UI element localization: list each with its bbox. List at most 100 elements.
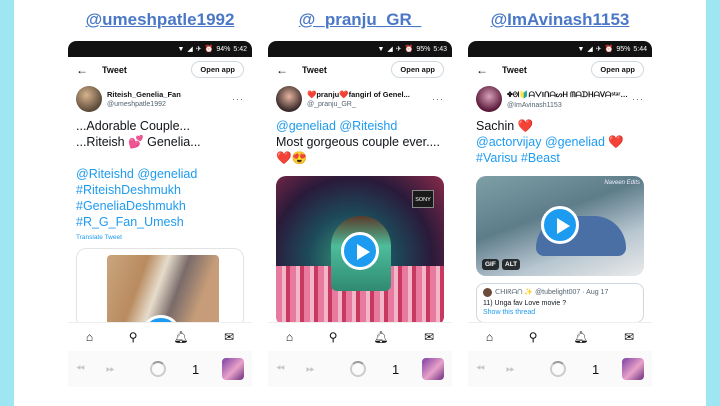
column-2: @_pranju_GR_ ▼ ◢ ✈ ⏰ 95% 5:43 ← Tweet Op… xyxy=(268,0,452,406)
more-options-icon[interactable]: ··· xyxy=(632,94,644,104)
airplane-icon: ✈ xyxy=(595,46,602,53)
bottom-nav: ⌂ ⚲ 🔔︎ ✉ xyxy=(468,322,652,351)
tweet-link[interactable]: @actorvijay @geneliad ❤️ xyxy=(476,135,624,149)
page-title: Tweet xyxy=(502,64,527,75)
author-display-name[interactable]: ✤ᘛ🔰⁠ᗩᐯIᑎᗩᔕᕼ ᗰᗩᗪᕼᗩᐯᗩ⁠ˢᵗᵃʳ🔰ᘚ✤ xyxy=(507,90,632,100)
tweet-link[interactable]: @Riteishd @geneliad xyxy=(76,167,197,181)
alarm-icon: ⏰ xyxy=(404,46,414,53)
author-display-name[interactable]: Riteish_Genelia_Fan xyxy=(107,90,232,99)
column-handle[interactable]: @umeshpatle1992 xyxy=(68,10,252,30)
phone-screen: ▼ ◢ ✈ ⏰ 94% 5:42 ← Tweet Open app Riteis… xyxy=(68,41,252,387)
avatar[interactable] xyxy=(76,86,102,112)
mail-icon[interactable]: ✉ xyxy=(224,330,234,344)
open-app-button[interactable]: Open app xyxy=(591,61,644,78)
clock: 5:43 xyxy=(433,45,447,53)
fast-forward-icon[interactable]: ⏩︎ xyxy=(106,363,136,376)
home-icon[interactable]: ⌂ xyxy=(486,330,493,344)
tweet-link[interactable]: @geneliad @Riteishd xyxy=(276,119,397,133)
thumbnail-image[interactable] xyxy=(222,358,244,380)
tweet-text: ...Adorable Couple... ...Riteish 💕 Geneli… xyxy=(68,116,252,232)
author-username[interactable]: @_pranju_GR_ xyxy=(307,101,432,108)
mail-icon[interactable]: ✉ xyxy=(624,330,634,344)
page-title: Tweet xyxy=(102,64,127,75)
author-display-name[interactable]: ❤️pranju❤️fangirl of Genel... xyxy=(307,90,432,99)
rewind-icon[interactable]: ⏪︎ xyxy=(276,363,306,376)
channel-logo: SONY xyxy=(412,190,434,208)
bell-icon[interactable]: 🔔︎ xyxy=(173,330,188,344)
bell-icon[interactable]: 🔔︎ xyxy=(373,330,388,344)
show-thread-link[interactable]: Show this thread xyxy=(483,309,637,316)
tweet-line: @Riteishd @geneliad xyxy=(76,166,244,182)
loading-spinner-icon xyxy=(150,361,166,377)
tweet-text-segment: Most gorgeous couple ever.... xyxy=(276,135,440,149)
back-arrow-icon[interactable]: ← xyxy=(276,63,288,77)
battery-level: 95% xyxy=(616,45,631,53)
translate-tweet-link[interactable]: Translate Tweet xyxy=(68,232,252,243)
back-arrow-icon[interactable]: ← xyxy=(76,63,88,77)
open-app-button[interactable]: Open app xyxy=(391,61,444,78)
bell-icon[interactable]: 🔔︎ xyxy=(573,330,588,344)
column-3: @ImAvinash1153 ▼ ◢ ✈ ⏰ 95% 5:44 ← Tweet … xyxy=(468,0,652,406)
thumbnail-image[interactable] xyxy=(622,358,644,380)
column-handle[interactable]: @_pranju_GR_ xyxy=(268,10,452,30)
loading-spinner-icon xyxy=(350,361,366,377)
battery-level: 94% xyxy=(216,45,231,53)
fast-forward-icon[interactable]: ⏩︎ xyxy=(506,363,536,376)
home-icon[interactable]: ⌂ xyxy=(286,330,293,344)
tweet-link[interactable]: #Varisu #Beast xyxy=(476,151,560,165)
tweet-line: @actorvijay @geneliad ❤️ xyxy=(476,134,644,150)
tweet-line: Most gorgeous couple ever.... xyxy=(276,134,444,150)
tweet-link[interactable]: #RiteishDeshmukh xyxy=(76,183,181,197)
rewind-icon[interactable]: ⏪︎ xyxy=(476,363,506,376)
search-icon[interactable]: ⚲ xyxy=(529,330,538,344)
author-username[interactable]: @ImAvinash1153 xyxy=(507,102,632,109)
tweet-media[interactable]: SONY xyxy=(276,176,444,326)
tweet-author: ✤ᘛ🔰⁠ᗩᐯIᑎᗩᔕᕼ ᗰᗩᗪᕼᗩᐯᗩ⁠ˢᵗᵃʳ🔰ᘚ✤ @ImAvinash11… xyxy=(468,82,652,116)
play-button-icon[interactable] xyxy=(541,206,579,244)
tweet-link[interactable]: #R_G_Fan_Umesh xyxy=(76,215,184,229)
quote-text: 11) Unga fav Love movie ? xyxy=(483,300,567,307)
mail-icon[interactable]: ✉ xyxy=(424,330,434,344)
page-title: Tweet xyxy=(302,64,327,75)
tweet-line: #RiteishDeshmukh xyxy=(76,182,244,198)
home-icon[interactable]: ⌂ xyxy=(86,330,93,344)
avatar[interactable] xyxy=(476,86,502,112)
tweet-line: ...Adorable Couple... xyxy=(76,118,244,134)
more-options-icon[interactable]: ··· xyxy=(232,94,244,104)
phone-screen: ▼ ◢ ✈ ⏰ 95% 5:44 ← Tweet Open app ✤ᘛ🔰⁠ᗩᐯ… xyxy=(468,41,652,387)
signal-icon: ◢ xyxy=(587,46,593,53)
clock: 5:42 xyxy=(233,45,247,53)
wifi-icon: ▼ xyxy=(377,45,385,53)
author-username[interactable]: @umeshpatle1992 xyxy=(107,101,232,108)
tweet-text: Sachin ❤️ @actorvijay @geneliad ❤️ #Varisu… xyxy=(468,116,652,168)
status-bar: ▼ ◢ ✈ ⏰ 95% 5:44 xyxy=(468,41,652,57)
open-app-button[interactable]: Open app xyxy=(191,61,244,78)
battery-level: 95% xyxy=(416,45,431,53)
avatar[interactable] xyxy=(276,86,302,112)
search-icon[interactable]: ⚲ xyxy=(329,330,338,344)
alt-badge[interactable]: ALT xyxy=(502,259,521,270)
play-button-icon[interactable] xyxy=(341,232,379,270)
rewind-icon[interactable]: ⏪︎ xyxy=(76,363,106,376)
fast-forward-icon[interactable]: ⏩︎ xyxy=(306,363,336,376)
tweet-author: Riteish_Genelia_Fan @umeshpatle1992 ··· xyxy=(68,82,252,116)
column-handle[interactable]: @ImAvinash1153 xyxy=(468,10,652,30)
quote-avatar xyxy=(483,288,492,297)
tweet-link[interactable]: #GeneliaDeshmukh xyxy=(76,199,186,213)
tweet-text-segment: ...Adorable Couple... xyxy=(76,119,190,133)
quoted-tweet[interactable]: ᑕᕼIᖇᗩᑎ ✨ @tubelight007 · Aug 17 11) Unga… xyxy=(476,283,644,323)
tweet-media[interactable]: Naveen Edits GIF ALT xyxy=(476,176,644,276)
tweet-media[interactable] xyxy=(76,248,244,328)
more-options-icon[interactable]: ··· xyxy=(432,94,444,104)
tweet-line: #GeneliaDeshmukh xyxy=(76,198,244,214)
thumbnail-image[interactable] xyxy=(422,358,444,380)
tweet-line: @geneliad @Riteishd xyxy=(276,118,444,134)
search-icon[interactable]: ⚲ xyxy=(129,330,138,344)
phone-screen: ▼ ◢ ✈ ⏰ 95% 5:43 ← Tweet Open app ❤️pran… xyxy=(268,41,452,387)
signal-icon: ◢ xyxy=(187,46,193,53)
quote-author: ᑕᕼIᖇᗩᑎ ✨ @tubelight007 · Aug 17 xyxy=(495,289,609,296)
alarm-icon: ⏰ xyxy=(604,46,614,53)
status-bar: ▼ ◢ ✈ ⏰ 95% 5:43 xyxy=(268,41,452,57)
back-arrow-icon[interactable]: ← xyxy=(476,63,488,77)
tweet-header: ← Tweet Open app xyxy=(68,57,252,82)
